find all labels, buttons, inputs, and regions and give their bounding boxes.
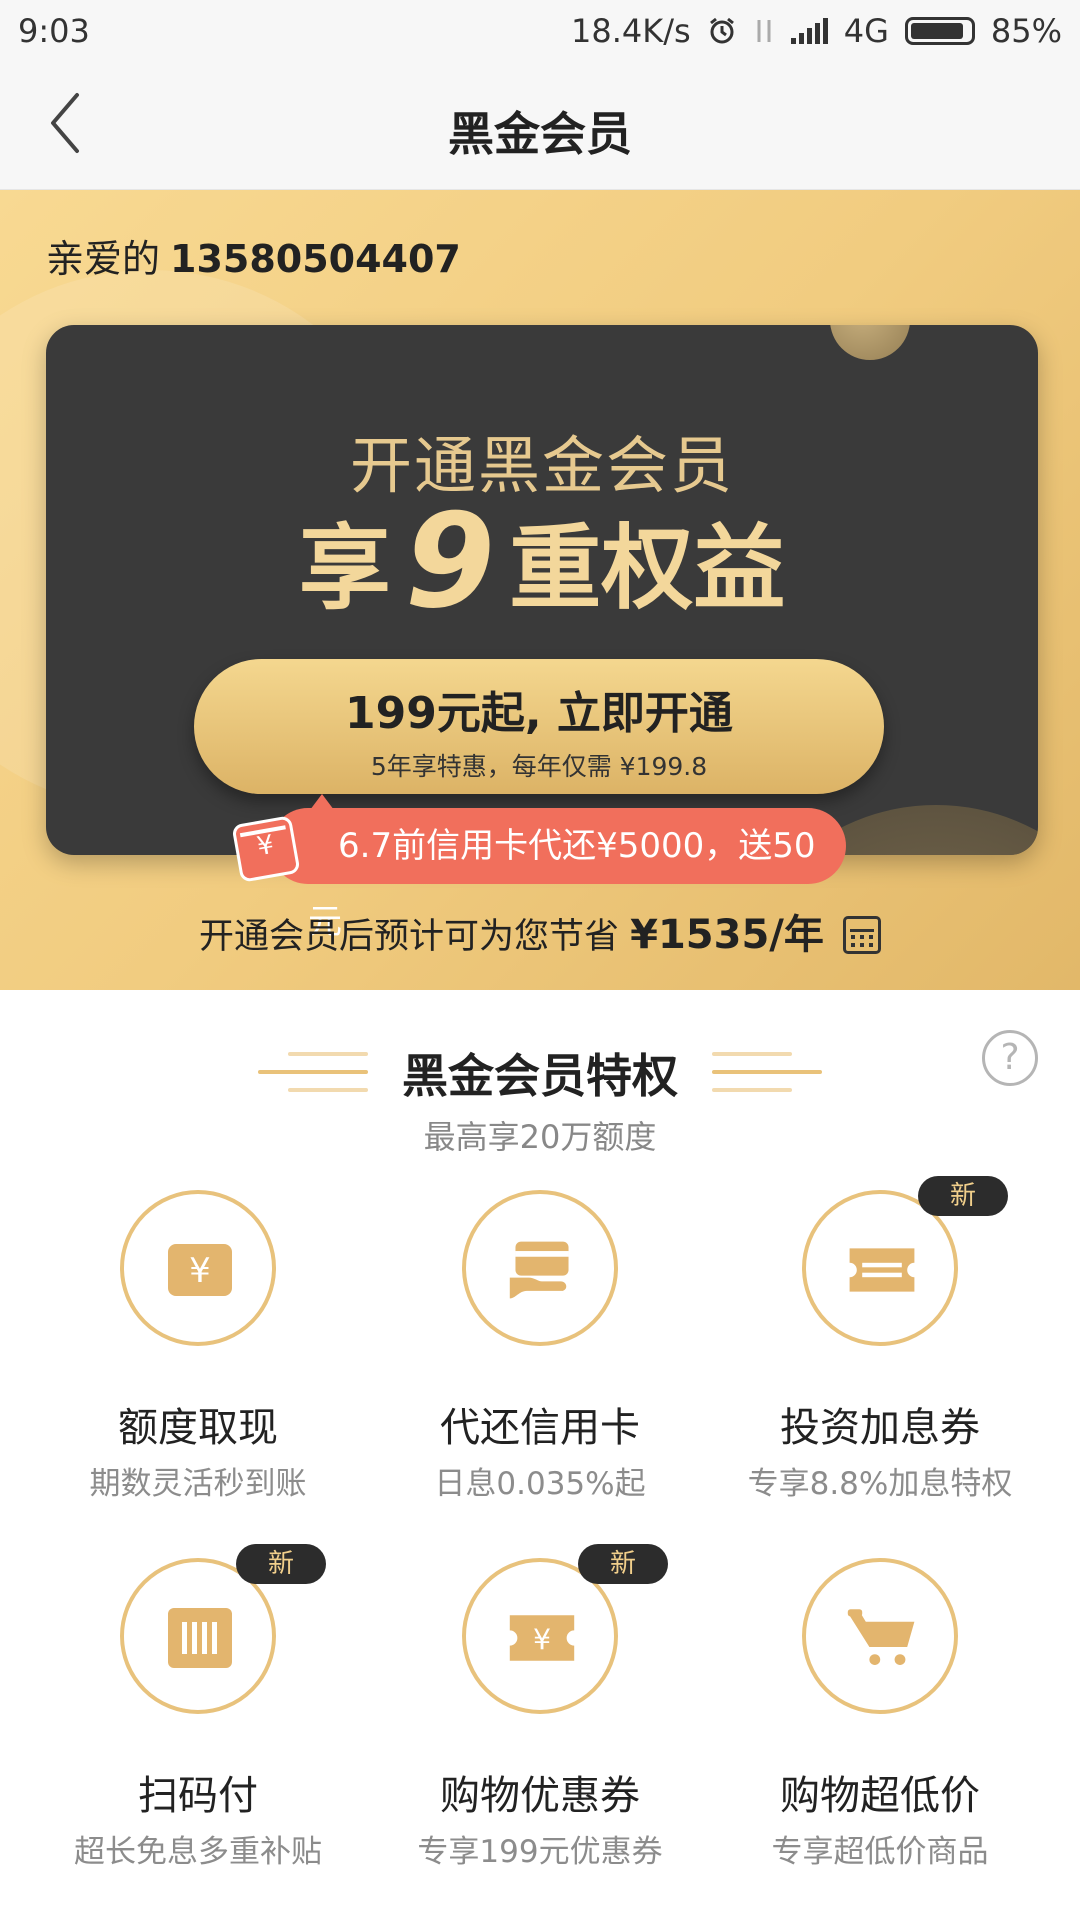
privilege-title: 购物超低价 (780, 1773, 980, 1819)
benefits-suffix: 重权益 (509, 515, 786, 622)
privilege-desc: 期数灵活秒到账 (89, 1466, 307, 1502)
coupon-icon: ¥ (509, 1615, 575, 1661)
privilege-item[interactable]: ¥ 新 购物优惠券 专享199元优惠券 (360, 1544, 720, 1878)
privilege-title: 代还信用卡 (440, 1405, 640, 1451)
privilege-item[interactable]: 代还信用卡 日息0.035%起 (360, 1190, 720, 1510)
saving-prefix: 开通会员后预计可为您节省 (198, 917, 619, 957)
benefits-prefix: 享 (298, 515, 391, 622)
calculator-icon[interactable] (843, 916, 882, 954)
privilege-item[interactable]: ¥ 额度取现 期数灵活秒到账 (18, 1190, 378, 1510)
card-benefits-line: 享 9 重权益 (46, 485, 1038, 637)
user-phone: 13580504407 (170, 237, 461, 281)
status-icons: 18.4K/s 4G 85% (571, 12, 1062, 50)
svg-text:¥: ¥ (533, 1623, 551, 1656)
cart-icon (847, 1609, 915, 1665)
credit-card-hand-icon (509, 1241, 569, 1299)
signal-icon (790, 18, 828, 44)
privilege-item[interactable]: 购物超低价 专享超低价商品 (700, 1558, 1060, 1878)
ticket-icon (849, 1248, 915, 1292)
privilege-item[interactable]: 新 投资加息券 专享8.8%加息特权 (700, 1176, 1060, 1510)
membership-card: 开通黑金会员 享 9 重权益 199元起, 立即开通 5年享特惠，每年仅需 ¥199… (46, 325, 1038, 855)
right-decoration-lines (712, 1052, 822, 1092)
open-button-label: 199元起, 立即开通 (345, 688, 733, 739)
page-title: 黑金会员 (448, 107, 632, 161)
privilege-desc: 专享199元优惠券 (417, 1834, 663, 1870)
privilege-desc: 超长免息多重补贴 (74, 1834, 322, 1870)
left-decoration-lines (258, 1052, 368, 1092)
privilege-icon-circle: ¥ (120, 1190, 276, 1346)
privileges-title: 黑金会员特权 (402, 1049, 678, 1103)
privilege-item[interactable]: 新 扫码付 超长免息多重补贴 (18, 1544, 378, 1878)
status-time: 9:03 (18, 12, 90, 50)
new-badge: 新 (578, 1544, 668, 1584)
card-orb-decoration (830, 325, 910, 360)
privilege-icon-circle (802, 1558, 958, 1714)
data-transfer-icon (757, 20, 771, 42)
privilege-desc: 日息0.035%起 (434, 1466, 646, 1502)
new-badge: 新 (918, 1176, 1008, 1216)
alarm-icon (709, 17, 734, 44)
open-button-sublabel: 5年享特惠，每年仅需 ¥199.8 (370, 752, 708, 781)
promo-calendar-icon: ¥ (231, 815, 301, 883)
barcode-icon (168, 1608, 232, 1668)
benefits-count: 9 (404, 485, 496, 637)
nav-header: 黑金会员 (0, 62, 1080, 190)
battery-icon (904, 17, 975, 45)
status-bar: 9:03 18.4K/s 4G 85% (0, 0, 1080, 62)
promo-banner[interactable]: 6.7前信用卡代还¥5000，送50元 (270, 794, 846, 942)
greeting: 亲爱的 13580504407 (46, 228, 461, 283)
net-speed: 18.4K/s (571, 12, 691, 50)
privilege-title: 购物优惠券 (440, 1773, 640, 1819)
new-badge: 新 (236, 1544, 326, 1584)
open-membership-button[interactable]: 199元起, 立即开通 5年享特惠，每年仅需 ¥199.8 (194, 659, 884, 794)
battery-level: 85% (990, 12, 1062, 50)
privileges-header: 黑金会员特权 (0, 1040, 1080, 1106)
svg-text:¥: ¥ (189, 1251, 211, 1291)
saving-estimate[interactable]: 开通会员后预计可为您节省 ¥1535/年 (0, 902, 1080, 960)
cash-icon: ¥ (168, 1244, 232, 1296)
privileges-subtitle: 最高享20万额度 (423, 1118, 657, 1156)
privilege-desc: 专享8.8%加息特权 (747, 1466, 1013, 1502)
privilege-title: 投资加息券 (780, 1405, 980, 1451)
membership-hero: 亲爱的 13580504407 开通黑金会员 享 9 重权益 199元起, 立即开通 … (0, 190, 1080, 990)
greeting-prefix: 亲爱的 (46, 237, 161, 281)
privilege-title: 额度取现 (118, 1405, 278, 1451)
privilege-icon-circle (462, 1190, 618, 1346)
privilege-title: 扫码付 (138, 1773, 258, 1819)
help-icon[interactable]: ? (982, 1030, 1038, 1086)
network-type: 4G (843, 12, 889, 50)
privilege-desc: 专享超低价商品 (771, 1834, 989, 1870)
saving-amount: ¥1535/年 (630, 912, 824, 958)
